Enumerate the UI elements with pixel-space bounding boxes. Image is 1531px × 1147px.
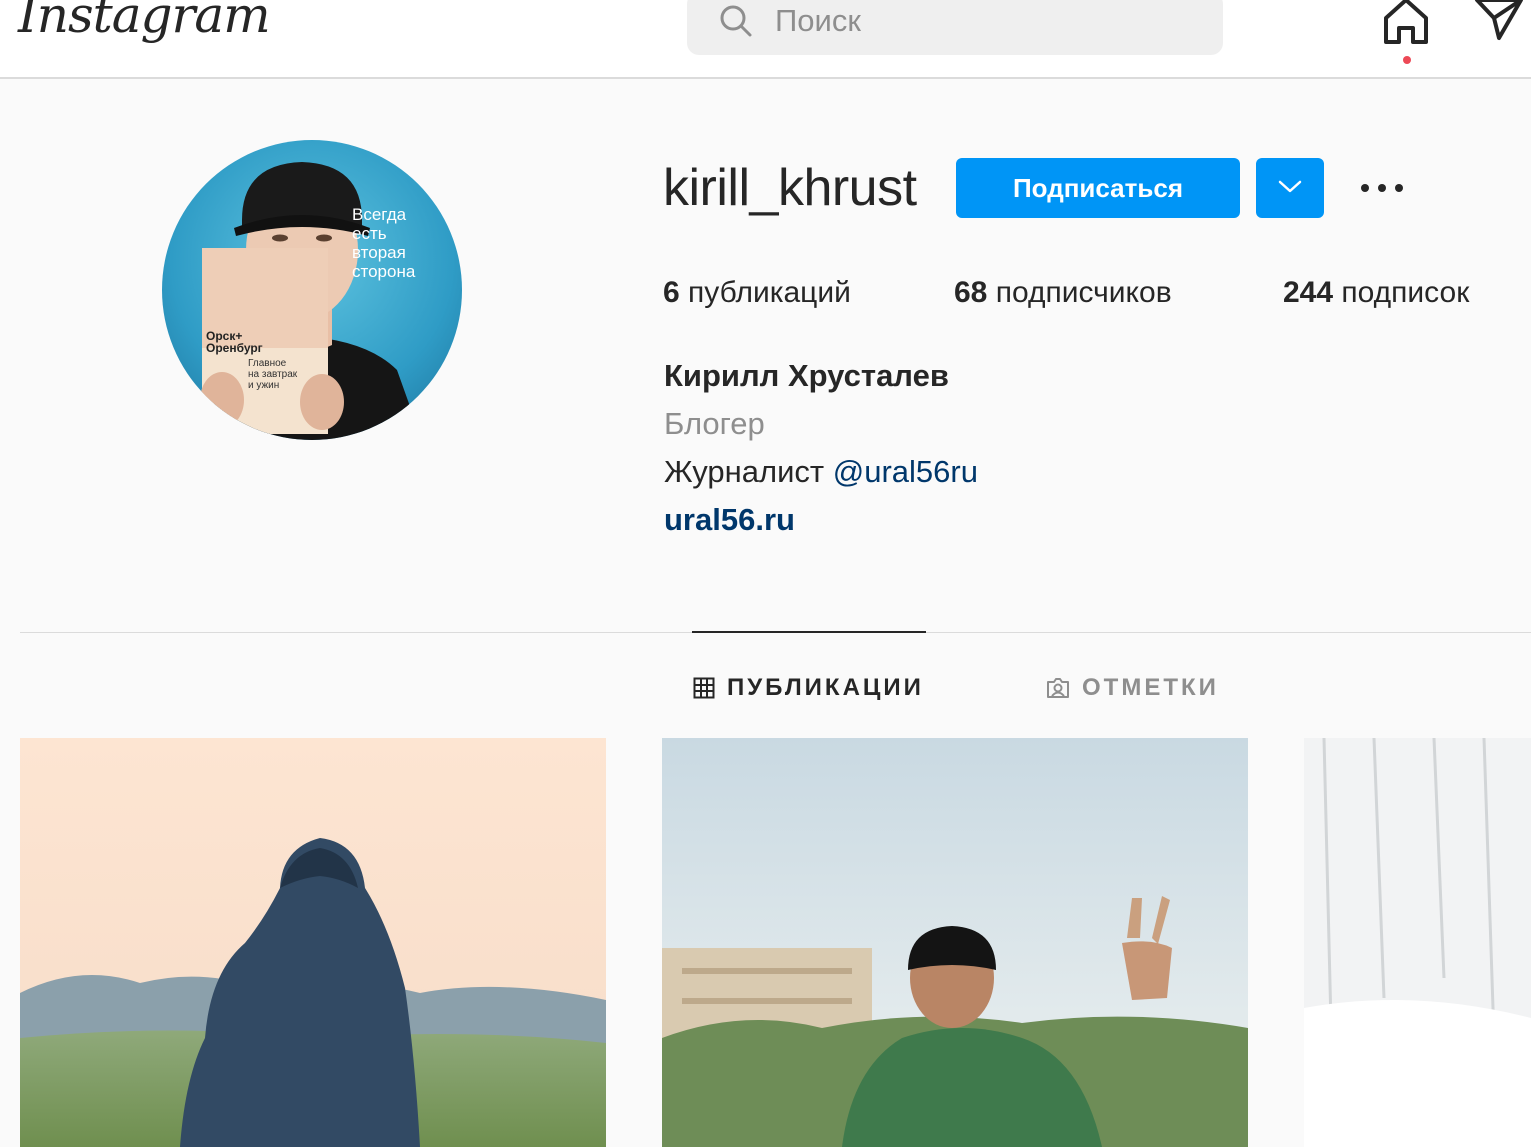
tagged-icon bbox=[1047, 678, 1069, 698]
search-box[interactable]: Поиск bbox=[687, 0, 1223, 55]
suggested-accounts-button[interactable] bbox=[1256, 158, 1324, 218]
post-thumbnail[interactable] bbox=[662, 738, 1248, 1147]
more-options-icon[interactable] bbox=[1355, 172, 1411, 204]
post-image-snowy-forest bbox=[1304, 738, 1531, 1147]
notification-dot bbox=[1403, 56, 1411, 64]
search-icon bbox=[720, 5, 752, 37]
profile-website-link[interactable]: ural56.ru bbox=[664, 502, 795, 538]
post-image-man-in-cap bbox=[662, 738, 1248, 1147]
following-stat[interactable]: 244 подписок bbox=[1283, 276, 1469, 310]
profile-avatar[interactable]: Всегда есть вторая сторона Орск+ Оренбур… bbox=[162, 140, 462, 440]
profile-full-name: Кирилл Хрусталев bbox=[664, 358, 949, 393]
post-image-hooded-person bbox=[20, 738, 606, 1147]
avatar-cover-5: и ужин bbox=[248, 380, 279, 391]
followers-count: 68 bbox=[954, 276, 988, 309]
avatar-headline-4: сторона bbox=[352, 262, 416, 281]
avatar-image: Всегда есть вторая сторона Орск+ Оренбур… bbox=[200, 162, 422, 440]
tab-posts-label: ПУБЛИКАЦИИ bbox=[727, 674, 924, 701]
posts-count-stat: 6 публикаций bbox=[663, 276, 851, 310]
follow-button[interactable]: Подписаться bbox=[956, 158, 1240, 218]
grid-icon bbox=[693, 677, 715, 699]
post-thumbnail[interactable] bbox=[20, 738, 606, 1147]
active-tab-indicator bbox=[692, 631, 926, 633]
posts-count: 6 bbox=[663, 276, 680, 309]
post-thumbnail[interactable] bbox=[1304, 738, 1531, 1147]
following-count: 244 bbox=[1283, 276, 1334, 309]
search-placeholder[interactable]: Поиск bbox=[775, 3, 861, 39]
avatar-headline-1: Всегда bbox=[352, 205, 407, 224]
profile-category: Блогер bbox=[664, 406, 765, 441]
tab-posts[interactable]: ПУБЛИКАЦИИ bbox=[693, 672, 924, 704]
home-icon[interactable] bbox=[1380, 0, 1432, 46]
avatar-cover-2: Оренбург bbox=[206, 341, 263, 355]
tab-tagged-label: ОТМЕТКИ bbox=[1082, 674, 1219, 701]
followers-label: подписчиков bbox=[995, 276, 1172, 309]
bio-mention-link[interactable]: @ural56ru bbox=[833, 454, 978, 489]
posts-label: публикаций bbox=[688, 276, 851, 309]
following-label: подписок bbox=[1341, 276, 1470, 309]
instagram-logo[interactable]: Instagram bbox=[18, 0, 271, 44]
avatar-headline-2: есть bbox=[352, 224, 387, 243]
avatar-cover-3: Главное bbox=[248, 358, 287, 369]
chevron-down-icon bbox=[1278, 180, 1302, 192]
top-navigation-bar: Instagram Поиск bbox=[0, 0, 1531, 79]
direct-icon[interactable] bbox=[1474, 0, 1524, 42]
profile-bio: Журналист @ural56ru bbox=[664, 454, 978, 490]
avatar-cover-4: на завтрак bbox=[248, 369, 298, 380]
bio-text: Журналист bbox=[664, 454, 825, 489]
followers-stat[interactable]: 68 подписчиков bbox=[954, 276, 1172, 310]
avatar-headline-3: вторая bbox=[352, 243, 406, 262]
tab-tagged[interactable]: ОТМЕТКИ bbox=[1046, 672, 1219, 704]
profile-username: kirill_khrust bbox=[663, 159, 917, 217]
